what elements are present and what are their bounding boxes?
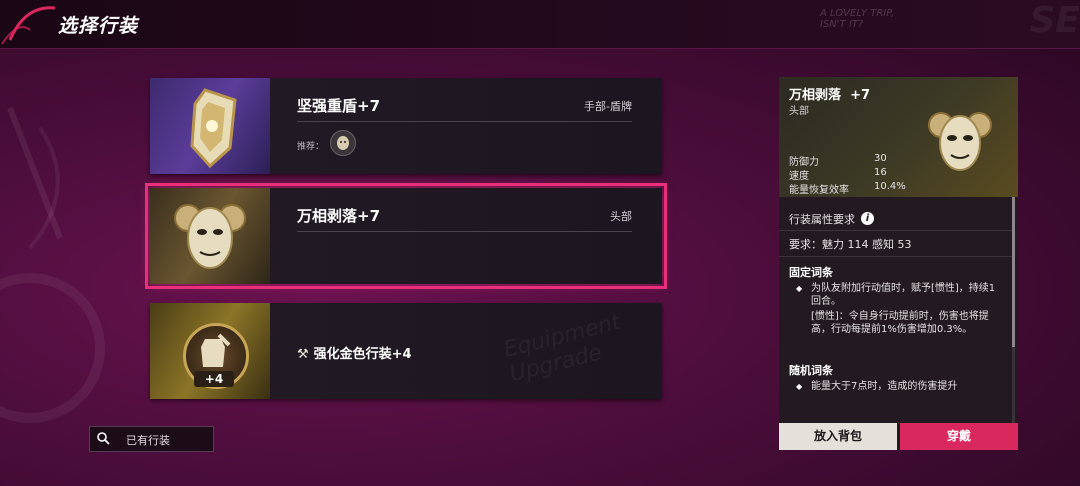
upgrade-label: 强化金色行装+4 — [313, 347, 412, 362]
divider — [779, 230, 1012, 231]
mask-icon — [174, 204, 246, 269]
stat-value: 10.4% — [874, 181, 906, 192]
hammer-icon: ⚒ — [297, 347, 309, 362]
upgrade-thumbnail: +4 — [150, 303, 270, 399]
shield-icon — [190, 88, 237, 169]
bullet-icon: ◆ — [796, 382, 803, 391]
equipment-name: 万相剥落+7 — [297, 207, 381, 225]
bullet-icon: ◆ — [796, 284, 803, 293]
equipment-upgrade-watermark: Equipment Upgrade — [501, 309, 624, 388]
search-icon — [97, 432, 110, 445]
equipment-slot: 手部-盾牌 — [584, 100, 632, 113]
stat-value: 16 — [874, 167, 887, 178]
equipment-card-shield[interactable]: 坚强重盾+7 手部-盾牌 推荐： — [150, 78, 662, 174]
requirement-title: 行装属性要求 — [789, 212, 855, 226]
fixed-affix-effect: 为队友附加行动值时，赋予[惯性]，持续1回合。 — [811, 283, 996, 307]
corner-scribble: A LOVELY TRIP, ISN'T IT? — [820, 8, 895, 30]
detail-level: +7 — [850, 88, 871, 103]
owned-equipment-filter[interactable]: 已有行装 — [89, 426, 214, 452]
upgrade-card[interactable]: +4 Equipment Upgrade ⚒ 强化金色行装+4 — [150, 303, 662, 399]
random-affix-effect: 能量大于7点时，造成的伤害提升 — [811, 381, 958, 392]
top-bar: 选择行装 A LOVELY TRIP, ISN'T IT? SE — [0, 0, 1080, 49]
card-divider — [297, 121, 632, 122]
stat-row-energy-regen: 能量恢复效率 10.4% — [789, 181, 906, 196]
owned-filter-label: 已有行装 — [126, 434, 170, 447]
fixed-affix-keyword-desc: [惯性]：令自身行动提前时，伤害也将提高，行动每提前1%伤害增加0.3%。 — [811, 311, 989, 335]
detail-header: 万相剥落 +7 头部 防御力 30 速度 16 能量恢复效率 10.4% — [779, 77, 1018, 197]
equip-button[interactable]: 穿戴 — [900, 423, 1018, 450]
mask-avatar-icon — [337, 136, 349, 150]
fixed-affix-title: 固定词条 — [789, 266, 833, 279]
divider — [779, 256, 1012, 257]
upgrade-label-row: ⚒ 强化金色行装+4 — [297, 343, 412, 362]
random-affix-title: 随机词条 — [789, 364, 833, 377]
stat-row-speed: 速度 16 — [789, 167, 887, 182]
detail-scrollbar[interactable] — [1012, 197, 1015, 437]
equipment-name: 坚强重盾+7 — [297, 97, 381, 115]
detail-title: 万相剥落 +7 — [789, 84, 870, 103]
mask-thumbnail — [150, 188, 270, 284]
equipment-detail-panel: 万相剥落 +7 头部 防御力 30 速度 16 能量恢复效率 10.4% 行装属… — [779, 77, 1018, 450]
info-icon[interactable]: i — [861, 212, 874, 225]
detail-slot: 头部 — [789, 106, 809, 117]
put-in-bag-button[interactable]: 放入背包 — [779, 423, 897, 450]
detail-mask-icon — [928, 112, 992, 171]
card-divider — [297, 231, 632, 232]
background-decoration — [0, 106, 105, 423]
equipment-slot: 头部 — [610, 210, 632, 223]
stat-row-defense: 防御力 30 — [789, 153, 887, 168]
corner-logo: SE — [1029, 0, 1080, 41]
stat-value: 30 — [874, 153, 887, 164]
upgrade-level-badge: +4 — [194, 371, 234, 387]
requirement-value: 要求：魅力 114 感知 53 — [789, 238, 912, 251]
back-button[interactable] — [0, 0, 60, 48]
shield-thumbnail — [150, 78, 270, 174]
recommended-character-avatar[interactable] — [330, 130, 356, 156]
recommend-label: 推荐： — [297, 142, 325, 152]
scrollbar-thumb[interactable] — [1012, 197, 1015, 347]
requirement-header: 行装属性要求 i — [779, 208, 1012, 228]
detail-name: 万相剥落 — [789, 88, 842, 103]
equipment-card-mask[interactable]: 万相剥落+7 头部 — [145, 183, 667, 289]
page-title: 选择行装 — [58, 15, 139, 37]
stat-label: 能量恢复效率 — [789, 185, 849, 196]
